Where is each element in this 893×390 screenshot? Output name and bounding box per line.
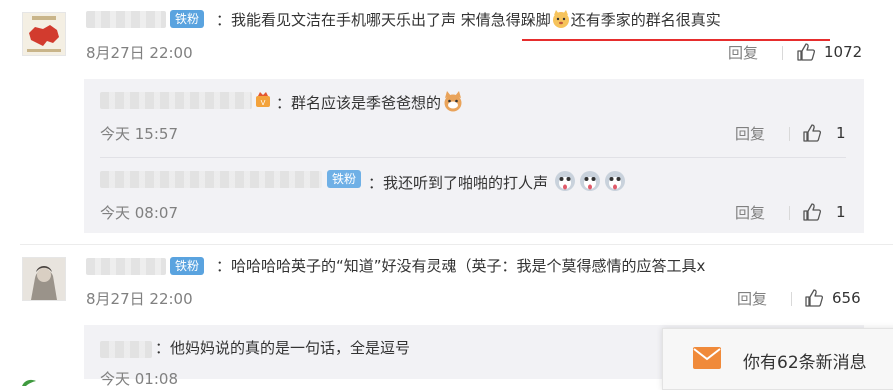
like-count: 1072	[824, 43, 863, 61]
avatar[interactable]	[22, 12, 66, 56]
comment-text: ：我能看见文洁在手机哪天乐出了声 宋倩急得跺脚 还有季家的群名很真实	[216, 9, 721, 30]
reply-time: 今天 08:07	[100, 204, 178, 222]
username-blurred[interactable]	[100, 341, 152, 358]
like-count: 1	[836, 203, 846, 221]
like-button[interactable]: 1	[802, 123, 846, 143]
like-button[interactable]: 1	[802, 202, 846, 222]
reply-button[interactable]: 回复	[735, 125, 765, 143]
divider	[789, 127, 790, 141]
cat-emoji-icon	[441, 90, 465, 112]
comment-text-part: ：我能看见文洁在手机哪天乐出了声 宋倩急得跺脚	[216, 11, 551, 29]
divider	[791, 292, 792, 306]
new-message-popup[interactable]: 你有62条新消息	[662, 328, 893, 390]
svg-text:V: V	[261, 99, 266, 107]
annotation-underline	[522, 39, 830, 41]
reply-button[interactable]: 回复	[735, 204, 765, 222]
husky-emoji-icon	[553, 169, 627, 198]
mail-icon	[693, 347, 721, 369]
comment-time: 8月27日 22:00	[86, 44, 193, 62]
divider	[782, 46, 783, 60]
reply-text: ：群名应该是季爸爸想的	[276, 90, 465, 113]
like-count: 1	[836, 124, 846, 142]
cat-emoji-icon	[551, 9, 571, 29]
reply-text-part: ：群名应该是季爸爸想的	[276, 94, 442, 112]
username-blurred[interactable]	[86, 258, 166, 275]
reply-time: 今天 01:08	[100, 370, 178, 388]
thumbs-up-icon	[805, 289, 824, 307]
reply-time: 今天 15:57	[100, 125, 178, 143]
reply-text: ：我还听到了啪啪的打人声	[368, 169, 627, 198]
comment-separator	[20, 244, 893, 245]
reply-separator	[100, 157, 846, 158]
reply-text: ：他妈妈说的真的是一句话，全是逗号	[155, 339, 411, 357]
divider	[789, 206, 790, 220]
comment-text-part: 还有季家的群名很真实	[570, 11, 721, 29]
like-button[interactable]: 1072	[796, 42, 862, 62]
member-badge-icon: V	[254, 91, 272, 109]
fan-badge[interactable]: 铁粉	[327, 170, 362, 188]
thumbs-up-icon	[803, 203, 822, 221]
username-blurred[interactable]	[100, 171, 322, 188]
comment-time: 8月27日 22:00	[86, 290, 193, 308]
fan-badge[interactable]: 铁粉	[170, 257, 205, 275]
comment-text: ：哈哈哈哈英子的“知道”好没有灵魂（英子：我是个莫得感情的应答工具x	[216, 257, 706, 275]
username-blurred[interactable]	[100, 92, 252, 109]
avatar[interactable]	[22, 257, 66, 301]
thumbs-up-icon	[797, 43, 816, 61]
new-message-text: 你有62条新消息	[743, 353, 867, 373]
fan-badge[interactable]: 铁粉	[170, 10, 205, 28]
reply-text-part: ：我还听到了啪啪的打人声	[368, 174, 549, 192]
reply-button[interactable]: 回复	[728, 44, 758, 62]
like-button[interactable]: 656	[804, 288, 861, 308]
like-count: 656	[832, 289, 861, 307]
leaf-icon	[22, 372, 36, 386]
username-blurred[interactable]	[86, 11, 166, 28]
thumbs-up-icon	[803, 124, 822, 142]
reply-button[interactable]: 回复	[737, 290, 767, 308]
